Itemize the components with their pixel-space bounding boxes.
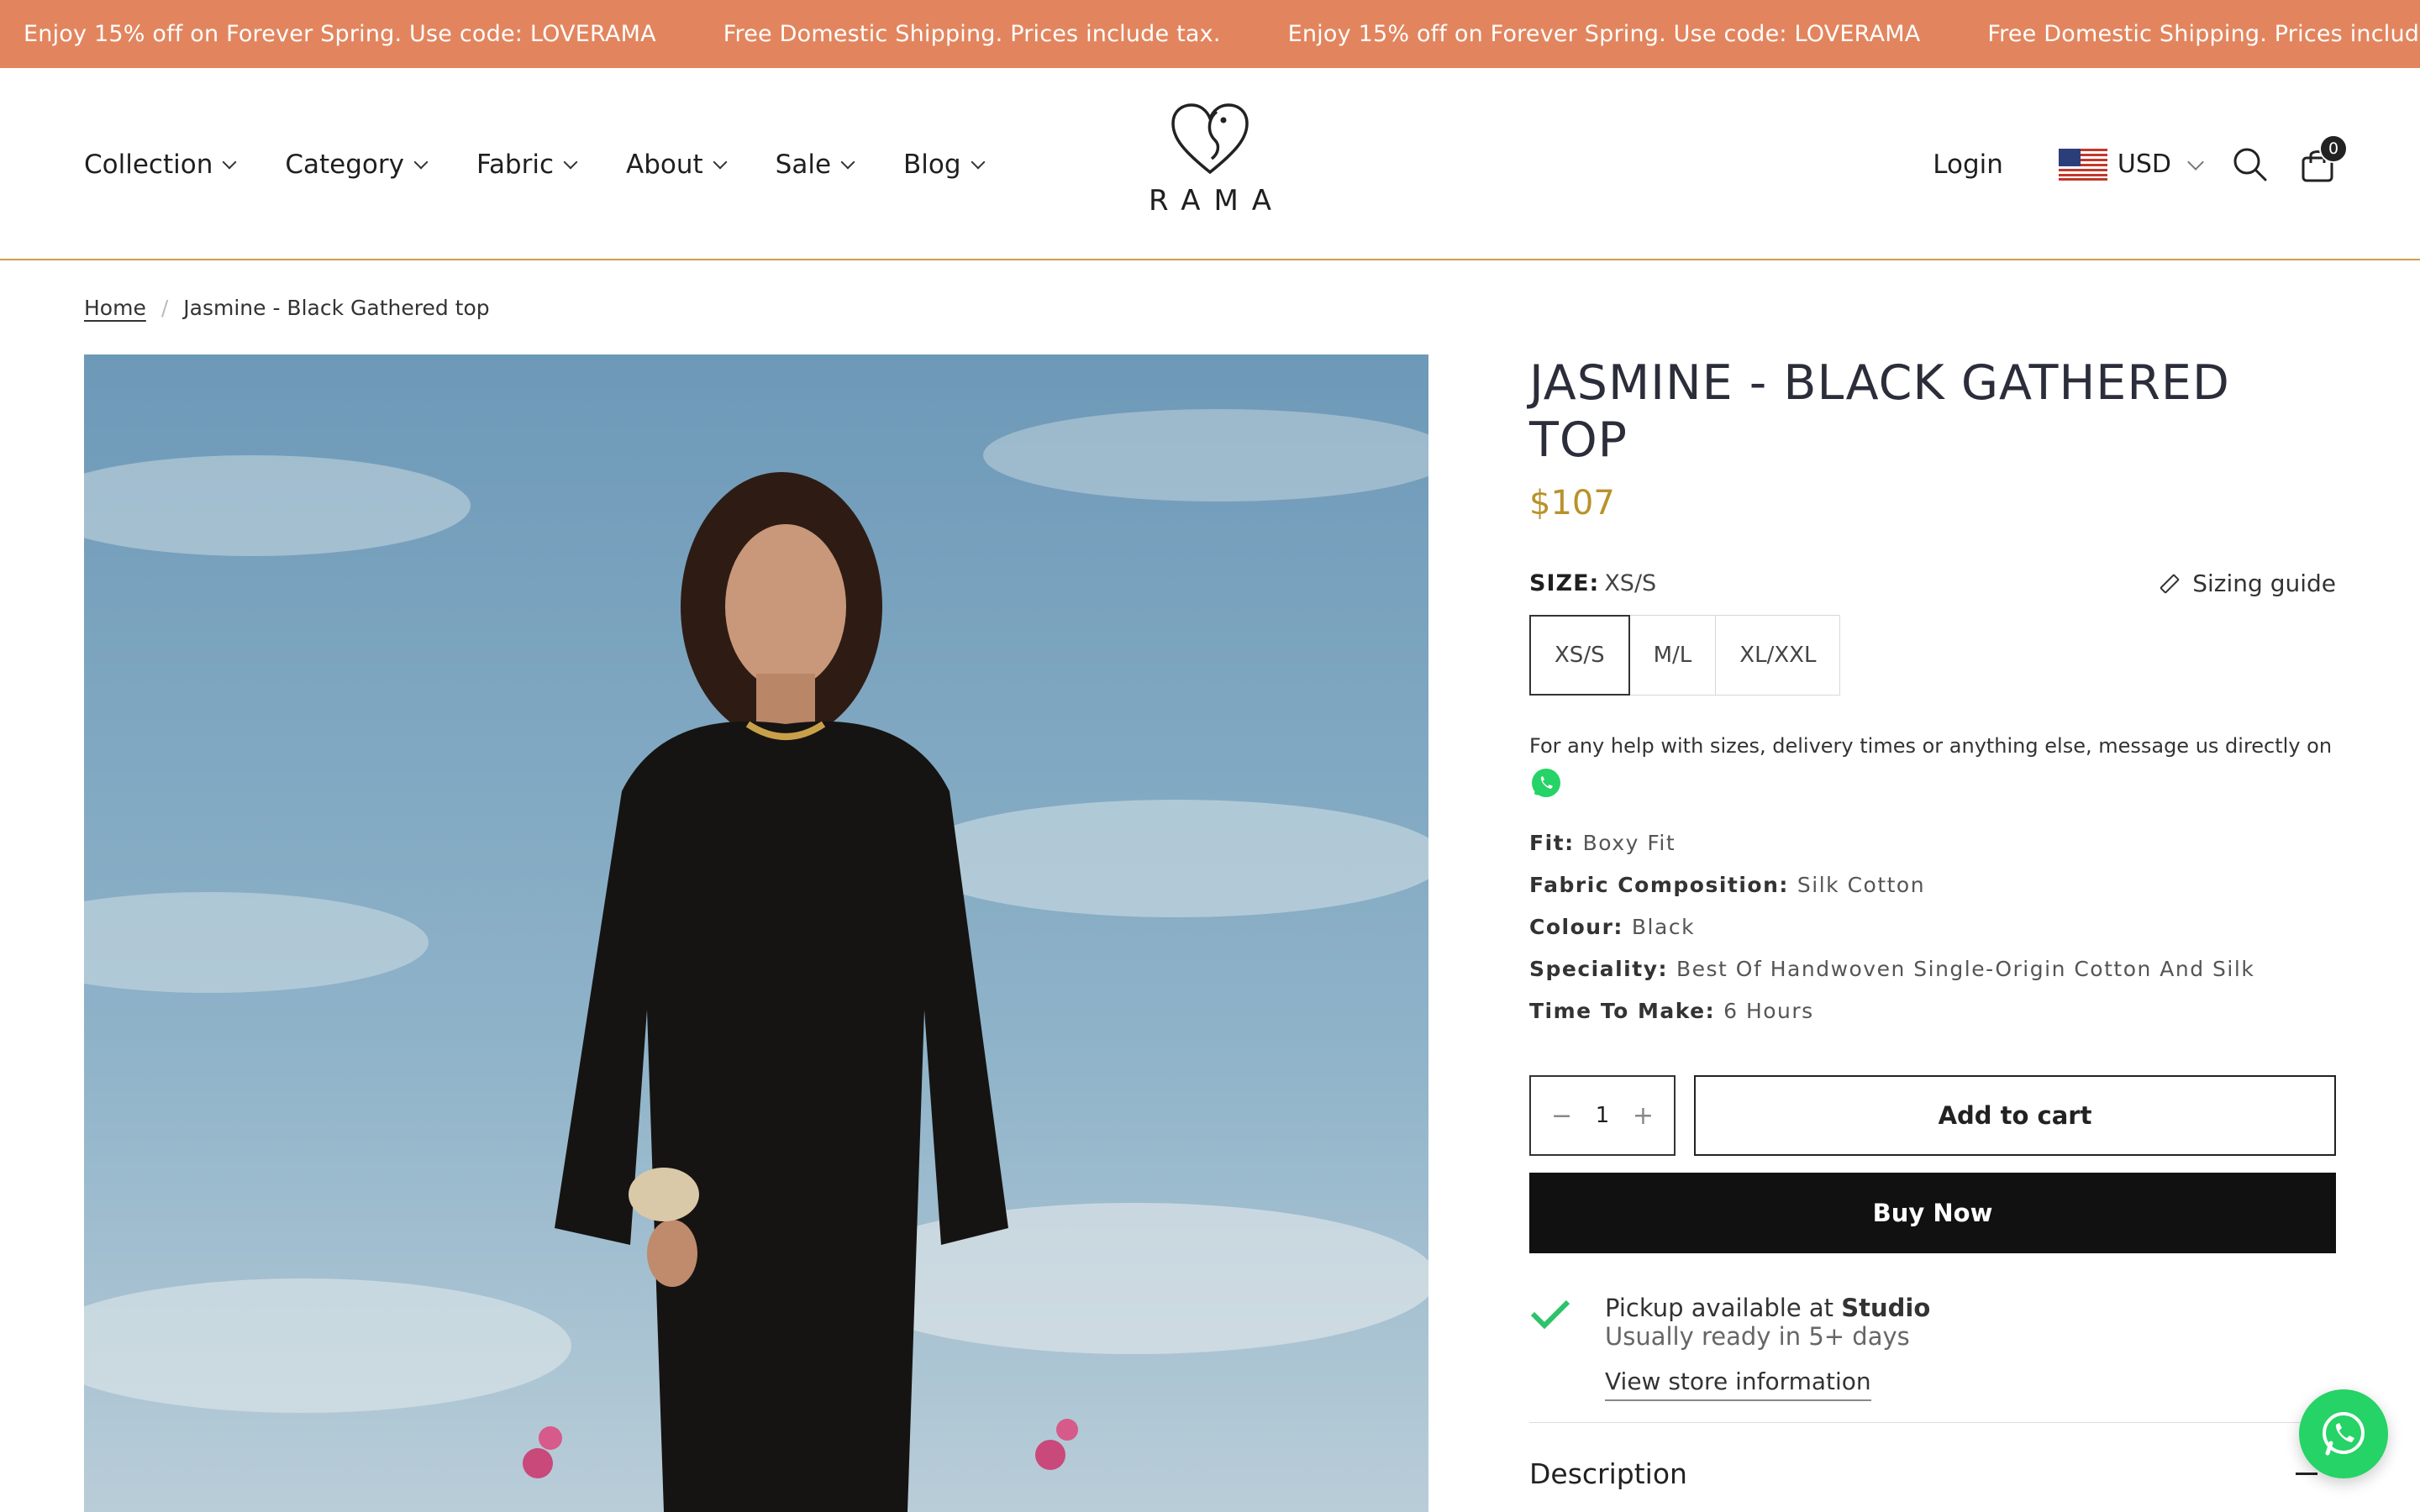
chevron-down-icon <box>840 155 855 169</box>
product-price: $107 <box>1529 484 1615 522</box>
check-icon <box>1530 1299 1570 1330</box>
collapse-icon <box>2296 1473 2317 1475</box>
buy-now-button[interactable]: Buy Now <box>1529 1173 2336 1253</box>
spec-row: Colour: Black <box>1529 906 2336 948</box>
pickup-text: Pickup available at Studio Usually ready… <box>1605 1294 1930 1401</box>
breadcrumb: Home / Jasmine - Black Gathered top <box>84 296 490 320</box>
pickup-prefix: Pickup available at <box>1605 1294 1834 1322</box>
announcement-bar: Enjoy 15% off on Forever Spring. Use cod… <box>0 0 2420 68</box>
whatsapp-link[interactable] <box>1529 766 1563 800</box>
chevron-down-icon <box>971 155 986 169</box>
spec-value: Silk Cotton <box>1797 872 1926 897</box>
breadcrumb-home-link[interactable]: Home <box>84 296 146 320</box>
size-label: SIZE: <box>1529 570 1600 596</box>
nav-item-label: Blog <box>903 149 961 180</box>
nav-item-label: Collection <box>84 149 213 180</box>
size-option-xl-xxl[interactable]: XL/XXL <box>1715 615 1841 696</box>
nav-item-sale[interactable]: Sale <box>775 149 855 180</box>
nav-item-about[interactable]: About <box>626 149 728 180</box>
description-label: Description <box>1529 1457 1687 1490</box>
product-title: JASMINE - BLACK GATHERED TOP <box>1529 355 2230 468</box>
size-option-xs-s[interactable]: XS/S <box>1529 615 1630 696</box>
quantity-decrease-button[interactable]: − <box>1551 1101 1572 1131</box>
main-nav: Collection Category Fabric About Sale Bl… <box>84 68 986 260</box>
spec-row: Speciality: Best Of Handwoven Single-Ori… <box>1529 948 2336 990</box>
spec-value: Boxy Fit <box>1582 830 1676 855</box>
size-selected-value: XS/S <box>1604 570 1657 596</box>
nav-item-label: Category <box>285 149 404 180</box>
nav-item-category[interactable]: Category <box>285 149 429 180</box>
chevron-down-icon <box>713 155 728 169</box>
spec-key: Fabric Composition: <box>1529 872 1789 897</box>
nav-item-label: Sale <box>775 149 832 180</box>
pickup-ready-time: Usually ready in 5+ days <box>1605 1322 1910 1351</box>
header-actions: Login USD 0 <box>1933 68 2348 260</box>
breadcrumb-separator: / <box>160 296 169 320</box>
chevron-down-icon <box>413 155 429 169</box>
sizing-guide-label: Sizing guide <box>2192 570 2336 597</box>
spec-key: Speciality: <box>1529 956 1668 981</box>
announcement-text: Free Domestic Shipping. Prices include t… <box>1987 21 2420 47</box>
product-image[interactable] <box>84 354 1428 1512</box>
size-options: XS/S M/L XL/XXL <box>1529 615 2336 696</box>
currency-label: USD <box>2117 150 2171 179</box>
chevron-down-icon <box>563 155 578 169</box>
size-option-m-l[interactable]: M/L <box>1628 615 1717 696</box>
view-store-information-link[interactable]: View store information <box>1605 1368 1871 1401</box>
pickup-info: Pickup available at Studio Usually ready… <box>1529 1294 2336 1401</box>
quantity-increase-button[interactable]: + <box>1633 1101 1654 1131</box>
announcement-text: Enjoy 15% off on Forever Spring. Use cod… <box>1287 21 1921 47</box>
product-photo <box>84 354 1428 1512</box>
quantity-stepper: − 1 + <box>1529 1075 1676 1156</box>
sizing-guide-link[interactable]: Sizing guide <box>2159 570 2336 597</box>
nav-item-blog[interactable]: Blog <box>903 149 986 180</box>
pickup-location: Studio <box>1841 1294 1931 1322</box>
ruler-icon <box>2160 574 2180 593</box>
spec-key: Time To Make: <box>1529 998 1716 1023</box>
breadcrumb-current: Jasmine - Black Gathered top <box>183 296 490 320</box>
spec-value: Black <box>1631 914 1696 939</box>
spec-row: Fabric Composition: Silk Cotton <box>1529 864 2336 906</box>
brand-name: RAMA <box>1148 184 1286 218</box>
spec-row: Fit: Boxy Fit <box>1529 822 2336 864</box>
product-info: JASMINE - BLACK GATHERED TOP $107 SIZE: … <box>1529 354 2336 1490</box>
chevron-down-icon <box>2187 153 2204 171</box>
spec-key: Colour: <box>1529 914 1623 939</box>
nav-item-collection[interactable]: Collection <box>84 149 237 180</box>
spec-value: 6 Hours <box>1723 998 1814 1023</box>
chevron-down-icon <box>222 155 237 169</box>
help-text: For any help with sizes, delivery times … <box>1529 729 2336 800</box>
announcement-text: Free Domestic Shipping. Prices include t… <box>723 21 1221 47</box>
currency-selector[interactable]: USD <box>2058 148 2204 181</box>
description-accordion[interactable]: Description <box>1529 1422 2336 1512</box>
search-icon <box>2233 148 2267 181</box>
site-header: Collection Category Fabric About Sale Bl… <box>0 68 2420 260</box>
add-to-cart-button[interactable]: Add to cart <box>1694 1075 2336 1156</box>
cart-button[interactable]: 0 <box>2299 134 2348 183</box>
login-link[interactable]: Login <box>1933 150 2003 180</box>
pickup-location-line: Pickup available at Studio <box>1605 1294 1930 1322</box>
product-specs: Fit: Boxy Fit Fabric Composition: Silk C… <box>1529 822 2336 1032</box>
cart-count-badge: 0 <box>2319 134 2348 163</box>
help-text-label: For any help with sizes, delivery times … <box>1529 734 2333 758</box>
size-row: SIZE: XS/S Sizing guide <box>1529 566 2336 600</box>
spec-value: Best Of Handwoven Single-Origin Cotton A… <box>1676 956 2255 981</box>
spec-row: Time To Make: 6 Hours <box>1529 990 2336 1032</box>
whatsapp-icon <box>1532 769 1560 797</box>
us-flag-icon <box>2058 148 2107 181</box>
spec-key: Fit: <box>1529 830 1575 855</box>
nav-item-label: Fabric <box>476 149 555 180</box>
cart-row: − 1 + Add to cart <box>1529 1075 2336 1156</box>
whatsapp-chat-button[interactable] <box>2299 1389 2388 1478</box>
search-button[interactable] <box>2232 146 2269 183</box>
quantity-value[interactable]: 1 <box>1596 1103 1610 1128</box>
whatsapp-icon <box>2323 1412 2365 1456</box>
brand-logo[interactable]: RAMA <box>1149 102 1271 228</box>
announcement-text: Enjoy 15% off on Forever Spring. Use cod… <box>24 21 656 47</box>
heart-bird-logo-icon <box>1171 103 1249 175</box>
nav-item-fabric[interactable]: Fabric <box>476 149 578 180</box>
nav-item-label: About <box>626 149 703 180</box>
